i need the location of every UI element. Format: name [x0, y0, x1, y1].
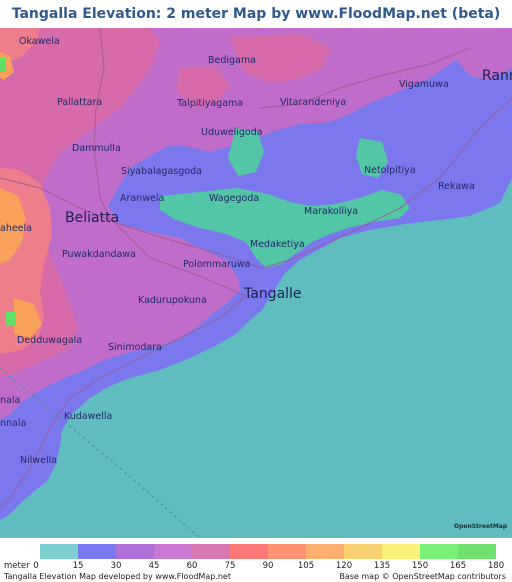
legend-tick: 165: [449, 561, 467, 571]
legend-tick: 105: [297, 561, 315, 571]
legend-bar: [40, 544, 496, 559]
place-label: Siyabalagasgoda: [121, 166, 202, 177]
place-label: nala: [0, 395, 20, 406]
legend-swatch: [306, 544, 344, 559]
legend-unit: meter: [4, 561, 30, 571]
footer-attribution[interactable]: Base map © OpenStreetMap contributors: [339, 572, 506, 581]
legend-tick: 120: [335, 561, 353, 571]
place-label: Vitarandeniya: [280, 97, 346, 108]
footer-credit[interactable]: Tangalla Elevation Map developed by www.…: [4, 572, 231, 581]
legend-swatch: [230, 544, 268, 559]
place-label: Wagegoda: [209, 193, 259, 204]
legend-swatch: [78, 544, 116, 559]
place-label: aheela: [0, 223, 32, 234]
green-peak-2: [0, 58, 6, 72]
place-label: Okawela: [19, 36, 60, 47]
place-label: Rekawa: [438, 181, 475, 192]
place-label: nnala: [0, 418, 26, 429]
place-label: Kadurupokuna: [138, 295, 207, 306]
osm-badge-label: OpenStreetMap: [454, 522, 508, 530]
legend-tick: 45: [148, 561, 160, 571]
place-label: Dedduwagala: [17, 335, 82, 346]
place-label: Polommaruwa: [183, 259, 251, 270]
place-label: Aranwela: [120, 193, 164, 204]
legend-swatch: [154, 544, 192, 559]
place-label: Rann: [482, 68, 512, 84]
legend-swatch: [344, 544, 382, 559]
place-label: Nilwella: [20, 455, 57, 466]
legend-tick: 60: [186, 561, 198, 571]
place-label: Vigamuwa: [399, 79, 449, 90]
place-label: Medaketiya: [250, 239, 305, 250]
place-label: Tangalle: [243, 286, 302, 302]
place-label: Bedigama: [208, 55, 256, 66]
place-label: Marakolliya: [304, 206, 358, 217]
legend-tick: 180: [487, 561, 505, 571]
elevation-map[interactable]: Okawela Bedigama Rann Pallattara Talpiti…: [0, 28, 512, 538]
legend-swatch: [268, 544, 306, 559]
place-label: Pallattara: [57, 97, 102, 108]
legend-tick: 0: [33, 561, 39, 571]
place-label: Talpitiyagama: [176, 98, 243, 109]
legend-tick: 150: [411, 561, 429, 571]
legend-swatch: [40, 544, 78, 559]
legend-labels: meter 0 15 30 45 60 75 90 105 120 135 150 165 180: [0, 561, 512, 572]
place-label: Beliatta: [65, 210, 119, 226]
place-label: Puwakdandawa: [62, 249, 136, 260]
legend-swatch: [382, 544, 420, 559]
legend-swatch: [192, 544, 230, 559]
osm-badge[interactable]: OpenStreetMap: [452, 516, 508, 536]
legend-swatch: [116, 544, 154, 559]
footer: Tangalla Elevation Map developed by www.…: [0, 572, 512, 582]
place-label: Kudawella: [64, 411, 112, 422]
legend-swatch: [458, 544, 496, 559]
legend-tick: 15: [72, 561, 84, 571]
map-title: Tangalla Elevation: 2 meter Map by www.F…: [11, 6, 501, 22]
legend-tick: 30: [110, 561, 122, 571]
legend-tick: 135: [373, 561, 391, 571]
place-label: Dammulla: [72, 143, 121, 154]
place-label: Netolpitiya: [364, 165, 416, 176]
legend-swatch: [420, 544, 458, 559]
place-label: Uduweligoda: [201, 127, 263, 138]
legend-tick: 75: [224, 561, 236, 571]
place-label: Sinimodara: [108, 342, 162, 353]
map-canvas[interactable]: Okawela Bedigama Rann Pallattara Talpiti…: [0, 28, 512, 538]
legend-tick: 90: [262, 561, 274, 571]
green-peak: [6, 312, 16, 326]
